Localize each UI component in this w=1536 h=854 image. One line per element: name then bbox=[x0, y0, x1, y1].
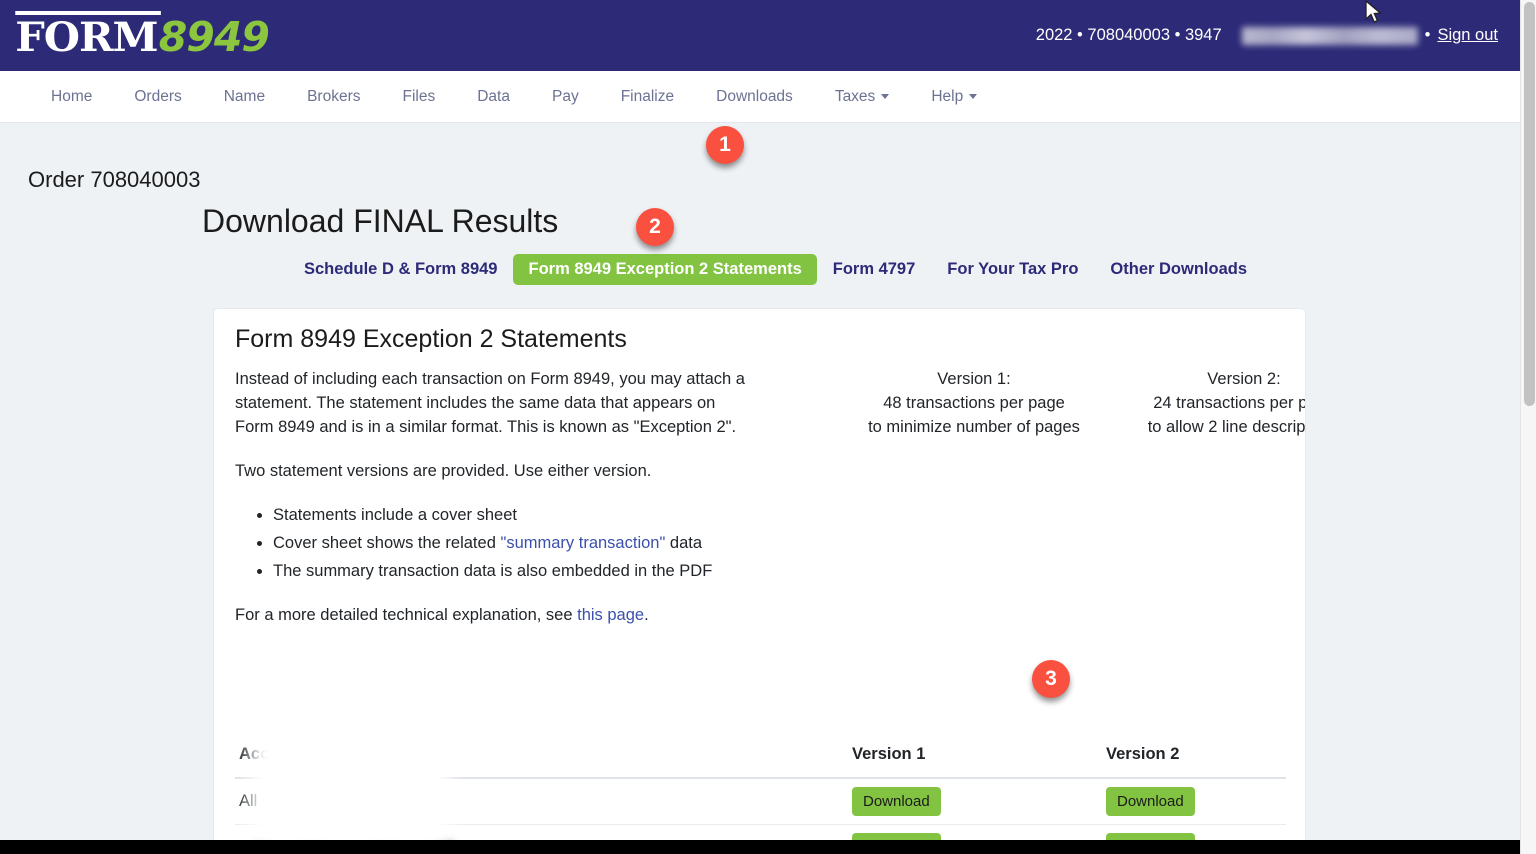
version-2-line-2: 24 transactions per page bbox=[1153, 394, 1305, 412]
technical-explanation-note: For a more detailed technical explanatio… bbox=[235, 603, 750, 627]
list-item: Cover sheet shows the related "summary t… bbox=[273, 531, 750, 555]
nav-label: Data bbox=[477, 87, 510, 105]
description-paragraph-1: Instead of including each transaction on… bbox=[235, 370, 745, 436]
bullet-text: The summary transaction data is also emb… bbox=[273, 562, 713, 580]
version-1-line-3: to minimize number of pages bbox=[868, 418, 1080, 436]
column-header-version-2: Version 2 bbox=[1102, 745, 1286, 779]
nav-label: Downloads bbox=[716, 87, 793, 105]
version-1-note: Version 1: 48 transactions per page to m… bbox=[834, 367, 1114, 439]
redacted-email-block bbox=[1241, 26, 1418, 45]
chevron-down-icon bbox=[881, 93, 890, 99]
nav-label: Finalize bbox=[620, 87, 675, 105]
version-1-line-2: 48 transactions per page bbox=[883, 394, 1065, 412]
version-2-heading: Version 2: bbox=[1207, 370, 1281, 388]
list-item: The summary transaction data is also emb… bbox=[273, 559, 750, 583]
download-button-v1[interactable]: Download bbox=[852, 787, 941, 816]
site-logo[interactable]: FORM 8949 bbox=[0, 10, 270, 61]
version-2-cell: Download bbox=[1102, 778, 1286, 825]
page-title: Download FINAL Results bbox=[202, 203, 559, 239]
account-info-area: 2022 • 708040003 • 3947 • Sign out bbox=[1036, 26, 1520, 45]
bullet-text: Statements include a cover sheet bbox=[273, 506, 517, 524]
logo-word-8949: 8949 bbox=[158, 12, 270, 61]
version-1-heading: Version 1: bbox=[937, 370, 1011, 388]
footnote-text: For a more detailed technical explanatio… bbox=[235, 606, 578, 624]
download-button-v2[interactable]: Download bbox=[1106, 787, 1195, 816]
tab-other-downloads[interactable]: Other Downloads bbox=[1094, 254, 1263, 285]
nav-item-home[interactable]: Home bbox=[30, 88, 113, 106]
sign-out-link[interactable]: Sign out bbox=[1437, 26, 1498, 45]
nav-item-help[interactable]: Help bbox=[910, 88, 998, 106]
nav-item-name[interactable]: Name bbox=[203, 88, 286, 106]
nav-label: Orders bbox=[134, 87, 182, 105]
nav-label: Files bbox=[402, 87, 436, 105]
feature-bullet-list: Statements include a cover sheet Cover s… bbox=[235, 503, 750, 583]
top-header-bar: FORM 8949 2022 • 708040003 • 3947 • Sign … bbox=[0, 0, 1520, 71]
download-category-tabs: Schedule D & Form 8949 Form 8949 Excepti… bbox=[288, 254, 1263, 285]
logo-word-form: FORM bbox=[15, 10, 161, 61]
blurred-overlay-region bbox=[250, 700, 450, 854]
nav-item-files[interactable]: Files bbox=[382, 88, 457, 106]
nav-item-finalize[interactable]: Finalize bbox=[600, 88, 695, 106]
nav-label: Taxes bbox=[834, 87, 876, 105]
tab-form-8949-exception-2[interactable]: Form 8949 Exception 2 Statements bbox=[513, 254, 817, 285]
list-item: Statements include a cover sheet bbox=[273, 503, 750, 527]
card-title: Form 8949 Exception 2 Statements bbox=[235, 325, 627, 353]
column-header-version-1: Version 1 bbox=[848, 745, 1102, 779]
chevron-down-icon bbox=[969, 93, 978, 99]
summary-transaction-link[interactable]: "summary transaction" bbox=[500, 534, 665, 552]
nav-item-brokers[interactable]: Brokers bbox=[286, 88, 381, 106]
annotation-marker-1: 1 bbox=[706, 126, 744, 164]
scrollbar-thumb[interactable] bbox=[1524, 2, 1535, 406]
nav-label: Pay bbox=[551, 87, 579, 105]
footnote-period: . bbox=[644, 606, 649, 624]
vertical-scrollbar[interactable] bbox=[1520, 0, 1536, 854]
nav-item-pay[interactable]: Pay bbox=[531, 88, 600, 106]
nav-item-taxes[interactable]: Taxes bbox=[814, 88, 911, 106]
page-content: Order 708040003 Download FINAL Results S… bbox=[0, 123, 1520, 848]
mouse-cursor-icon bbox=[1365, 0, 1383, 23]
version-2-line-3: to allow 2 line descriptions bbox=[1147, 418, 1306, 436]
bullet-text: Cover sheet shows the related bbox=[273, 534, 501, 552]
main-navigation-bar: Home Orders Name Brokers Files Data Pay … bbox=[0, 71, 1520, 123]
nav-item-data[interactable]: Data bbox=[456, 88, 531, 106]
description-paragraph-2: Two statement versions are provided. Use… bbox=[235, 462, 652, 480]
nav-item-orders[interactable]: Orders bbox=[113, 88, 202, 106]
bullet-text-after: data bbox=[665, 534, 703, 552]
tab-form-4797[interactable]: Form 4797 bbox=[817, 254, 932, 285]
card-description-column: Instead of including each transaction on… bbox=[235, 367, 750, 647]
account-meta-text: 2022 • 708040003 • 3947 bbox=[1035, 26, 1222, 44]
bottom-black-bar bbox=[0, 840, 1520, 854]
browser-viewport: FORM 8949 2022 • 708040003 • 3947 • Sign … bbox=[0, 0, 1536, 854]
tab-for-your-tax-pro[interactable]: For Your Tax Pro bbox=[931, 254, 1094, 285]
version-2-note: Version 2: 24 transactions per page to a… bbox=[1104, 367, 1306, 439]
version-1-cell: Download bbox=[848, 778, 1102, 825]
nav-label: Brokers bbox=[307, 87, 361, 105]
separator-dot: • bbox=[1424, 26, 1431, 44]
order-number-label: Order 708040003 bbox=[28, 167, 201, 192]
nav-label: Name bbox=[223, 87, 266, 105]
tab-schedule-d-form-8949[interactable]: Schedule D & Form 8949 bbox=[288, 254, 513, 285]
nav-label: Help bbox=[931, 87, 964, 105]
this-page-link[interactable]: this page bbox=[577, 606, 644, 624]
nav-item-downloads[interactable]: Downloads bbox=[695, 88, 814, 106]
annotation-marker-3: 3 bbox=[1032, 660, 1070, 698]
annotation-marker-2: 2 bbox=[636, 208, 674, 246]
nav-label: Home bbox=[51, 87, 93, 105]
